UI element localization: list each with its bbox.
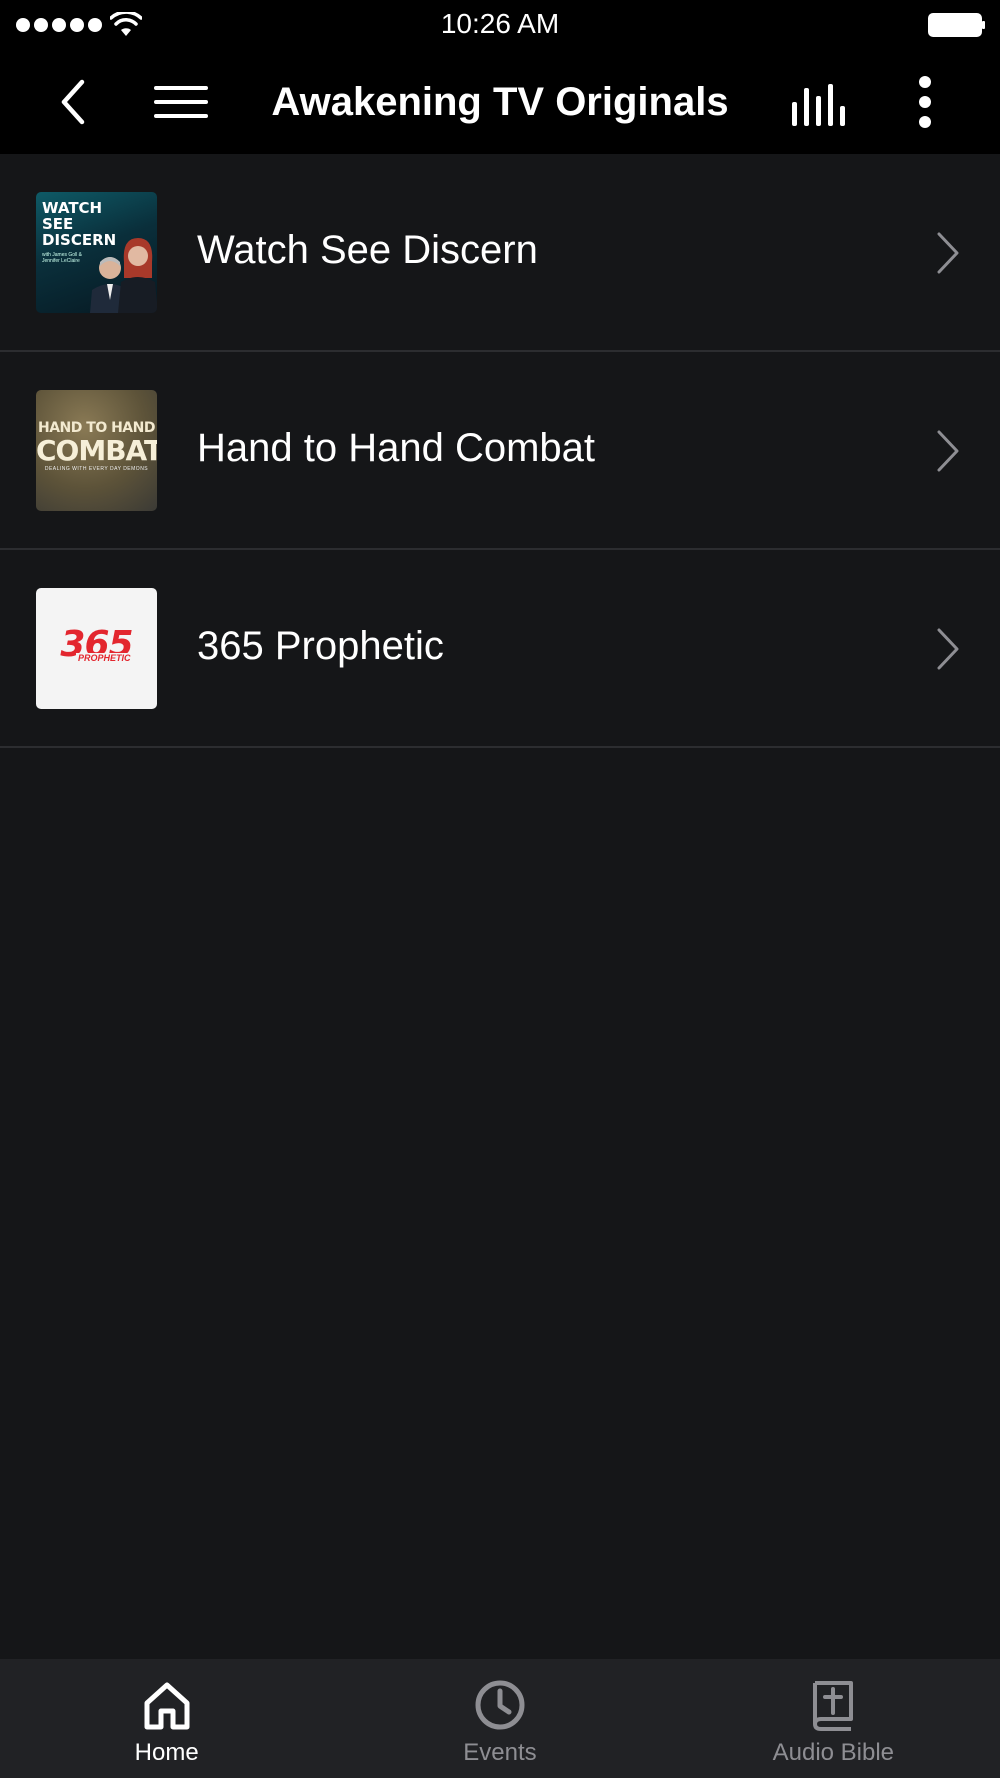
- list-item-label: Watch See Discern: [197, 228, 538, 272]
- list-item-365-prophetic[interactable]: 365 PROPHETIC 365 Prophetic: [0, 550, 1000, 748]
- tab-label: Events: [463, 1739, 537, 1766]
- thumbnail-subtitle: with James Goll & Jennifer LeClaire: [42, 252, 83, 264]
- watch-see-discern-thumbnail: WATCH SEE DISCERN with James Goll & Jenn…: [36, 192, 157, 313]
- equalizer-icon: [792, 84, 845, 126]
- battery-icon: [928, 13, 985, 37]
- list-item-label: Hand to Hand Combat: [197, 426, 596, 470]
- originals-list: WATCH SEE DISCERN with James Goll & Jenn…: [0, 154, 1000, 748]
- thumbnail-word: PROPHETIC: [76, 653, 133, 663]
- tab-label: Home: [134, 1739, 199, 1766]
- list-item-watch-see-discern[interactable]: WATCH SEE DISCERN with James Goll & Jenn…: [0, 154, 1000, 352]
- clock-icon: [475, 1680, 525, 1730]
- home-icon: [144, 1682, 190, 1730]
- back-button[interactable]: [44, 70, 102, 134]
- status-time: 10:26 AM: [440, 8, 560, 39]
- tab-bar: Home Events Audio Bible: [0, 1659, 1000, 1778]
- bible-icon: [813, 1681, 854, 1731]
- app-screen: 10:26 AM Awakening TV Originals WATCH SE…: [0, 0, 1000, 1778]
- chevron-right-icon: [937, 232, 959, 274]
- list-item-hand-to-hand-combat[interactable]: HAND TO HAND COMBAT DEALING WITH EVERY D…: [0, 352, 1000, 550]
- menu-button[interactable]: [148, 70, 214, 134]
- more-options-button[interactable]: [900, 70, 950, 134]
- thumbnail-line2: COMBAT: [36, 434, 157, 467]
- more-vertical-icon: [919, 76, 931, 128]
- tab-label: Audio Bible: [772, 1739, 895, 1766]
- hamburger-icon: [154, 86, 208, 118]
- page-title: Awakening TV Originals: [271, 80, 729, 124]
- chevron-right-icon: [937, 430, 959, 472]
- cohost-photo-icon: [118, 238, 157, 313]
- tab-audio-bible[interactable]: Audio Bible: [667, 1659, 1000, 1778]
- thumbnail-line3: DEALING WITH EVERY DAY DEMONS: [44, 466, 149, 472]
- chevron-right-icon: [937, 628, 959, 670]
- 365-prophetic-thumbnail: 365 PROPHETIC: [36, 588, 157, 709]
- tab-home[interactable]: Home: [0, 1659, 333, 1778]
- chevron-left-icon: [61, 79, 85, 125]
- status-bar: 10:26 AM: [0, 0, 1000, 52]
- now-playing-button[interactable]: [784, 72, 854, 136]
- hand-to-hand-combat-thumbnail: HAND TO HAND COMBAT DEALING WITH EVERY D…: [36, 390, 157, 511]
- tab-events[interactable]: Events: [333, 1659, 666, 1778]
- navigation-bar: Awakening TV Originals: [0, 52, 1000, 154]
- list-item-label: 365 Prophetic: [197, 624, 444, 668]
- thumbnail-title: WATCH SEE DISCERN: [42, 199, 117, 249]
